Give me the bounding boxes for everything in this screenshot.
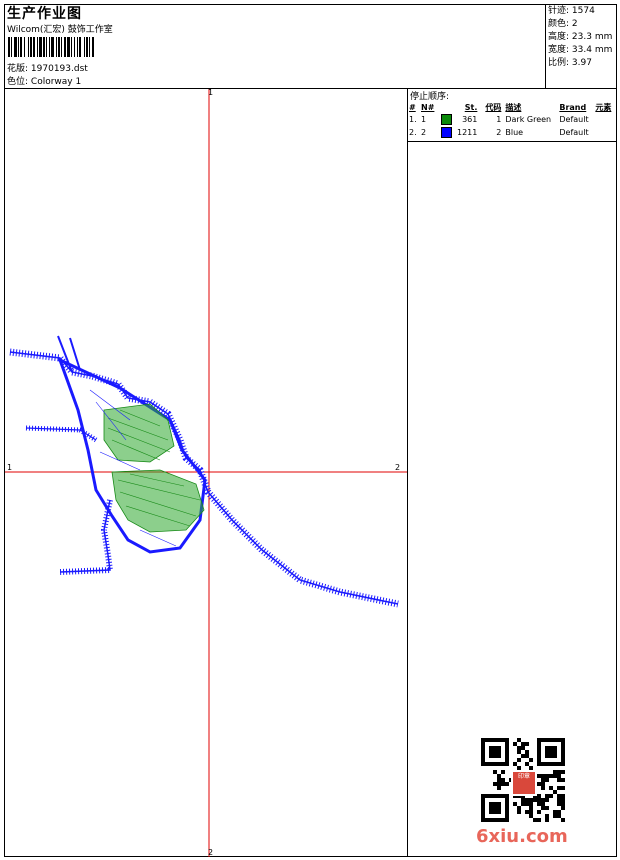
design-canvas — [5, 89, 407, 857]
seal-icon: 印章 — [511, 770, 537, 796]
watermark-text: 6xiu.com — [476, 826, 568, 847]
axis-left-label: 1 — [7, 463, 13, 472]
kangaroo-embroidery — [9, 335, 399, 608]
axis-top-label: 1 — [208, 88, 214, 97]
axis-right-label: 2 — [395, 463, 401, 472]
axis-bottom-label: 2 — [208, 848, 214, 857]
